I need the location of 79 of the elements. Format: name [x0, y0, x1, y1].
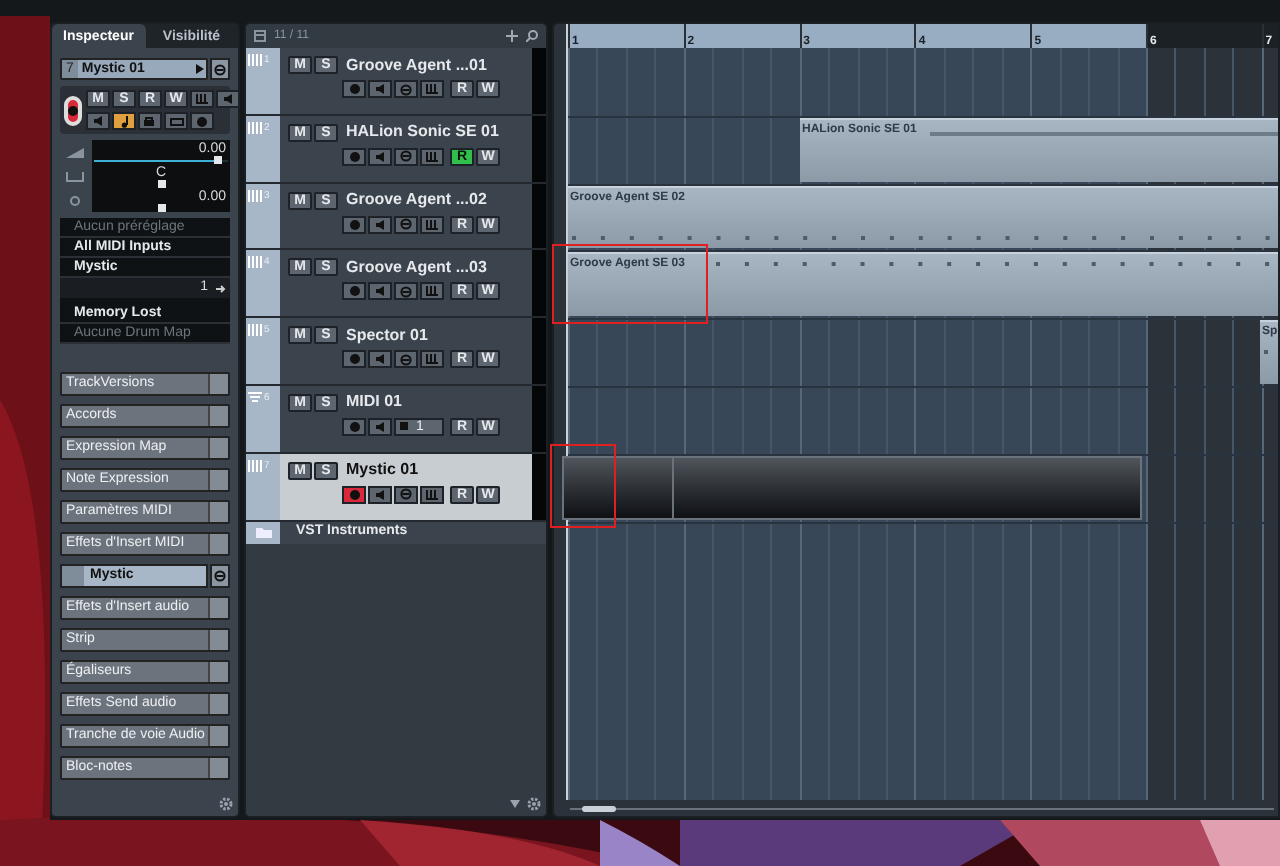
arrow-icon [216, 283, 226, 293]
instrument-track-icon [248, 459, 262, 472]
instrument-track-icon [248, 54, 262, 66]
pan-icon [65, 171, 83, 181]
keyboard-icon [196, 94, 208, 104]
fader-handle[interactable] [157, 203, 165, 211]
record-icon [349, 489, 359, 500]
track-name: HALion Sonic SE 01 [346, 124, 499, 141]
edit-icon [400, 83, 412, 95]
keyboard-icon [426, 354, 438, 365]
instrument-track-icon [248, 121, 262, 134]
lanes-button[interactable] [164, 112, 188, 130]
settings-icon [526, 796, 542, 812]
instrument-track-icon [248, 324, 262, 337]
record-icon [349, 151, 359, 162]
monitor-button[interactable] [368, 485, 392, 504]
edit-icon [400, 218, 412, 231]
grid-icon [400, 422, 408, 431]
folder-icon [255, 526, 271, 539]
record-button[interactable] [342, 485, 366, 504]
fader-handle[interactable] [214, 155, 223, 163]
speaker-icon [375, 421, 385, 432]
caret-icon [196, 64, 204, 74]
record-icon [68, 105, 78, 115]
speaker-icon [93, 116, 103, 126]
scroll-thumb[interactable] [582, 805, 616, 811]
fader-handle[interactable] [157, 179, 165, 187]
volume-icon [65, 147, 83, 157]
midi-track-icon [248, 391, 262, 404]
delay-icon [65, 195, 83, 205]
edit-icon [400, 285, 412, 298]
track-name: Groove Agent ...01 [346, 57, 487, 73]
record-icon [349, 84, 359, 94]
timebase-button[interactable] [112, 112, 136, 130]
keyboard-icon [426, 151, 438, 162]
scrollbar[interactable] [570, 807, 1274, 809]
track-name: Spector 01 [346, 327, 428, 344]
lock-icon [144, 116, 156, 126]
instrument-track-icon [248, 256, 262, 269]
record-icon [349, 354, 359, 365]
edit-button[interactable] [210, 564, 230, 588]
track-name: Groove Agent ...03 [346, 259, 487, 276]
list-icon [254, 30, 266, 42]
instrument-track-icon [248, 189, 262, 202]
route-button[interactable] [216, 90, 240, 108]
edit-button[interactable] [394, 485, 418, 504]
record-icon [349, 421, 359, 432]
freeze-button[interactable] [190, 112, 214, 130]
add-icon[interactable] [506, 30, 518, 42]
edit-icon [400, 488, 412, 501]
speaker-icon [223, 94, 233, 104]
speaker-icon [375, 151, 385, 162]
track-name: Mystic 01 [346, 462, 419, 479]
event-block[interactable] [562, 455, 1142, 520]
keyboard-icon [426, 219, 438, 230]
record-icon [349, 286, 359, 297]
keyboard-icon [426, 286, 438, 297]
edit-icon [214, 63, 226, 75]
search-icon[interactable] [526, 30, 538, 42]
speaker-icon [375, 489, 385, 500]
track-name: MIDI 01 [346, 394, 403, 411]
edit-icon [400, 353, 412, 366]
edit-button[interactable] [210, 58, 230, 80]
note-icon [119, 115, 129, 127]
lanes-button[interactable] [190, 90, 214, 108]
keyboard-button[interactable] [420, 485, 444, 504]
lanes-icon [169, 117, 183, 125]
settings-icon [218, 796, 234, 812]
speaker-icon [375, 286, 385, 297]
speaker-icon [375, 84, 385, 94]
edit-icon [400, 150, 412, 163]
record-icon [349, 219, 359, 230]
speaker-icon [375, 219, 385, 230]
track-name: Groove Agent ...02 [346, 192, 487, 209]
keyboard-icon [426, 489, 438, 500]
keyboard-icon [426, 84, 438, 94]
speaker-icon [375, 354, 385, 365]
dropdown-icon[interactable] [510, 800, 520, 808]
edit-icon [214, 570, 226, 582]
